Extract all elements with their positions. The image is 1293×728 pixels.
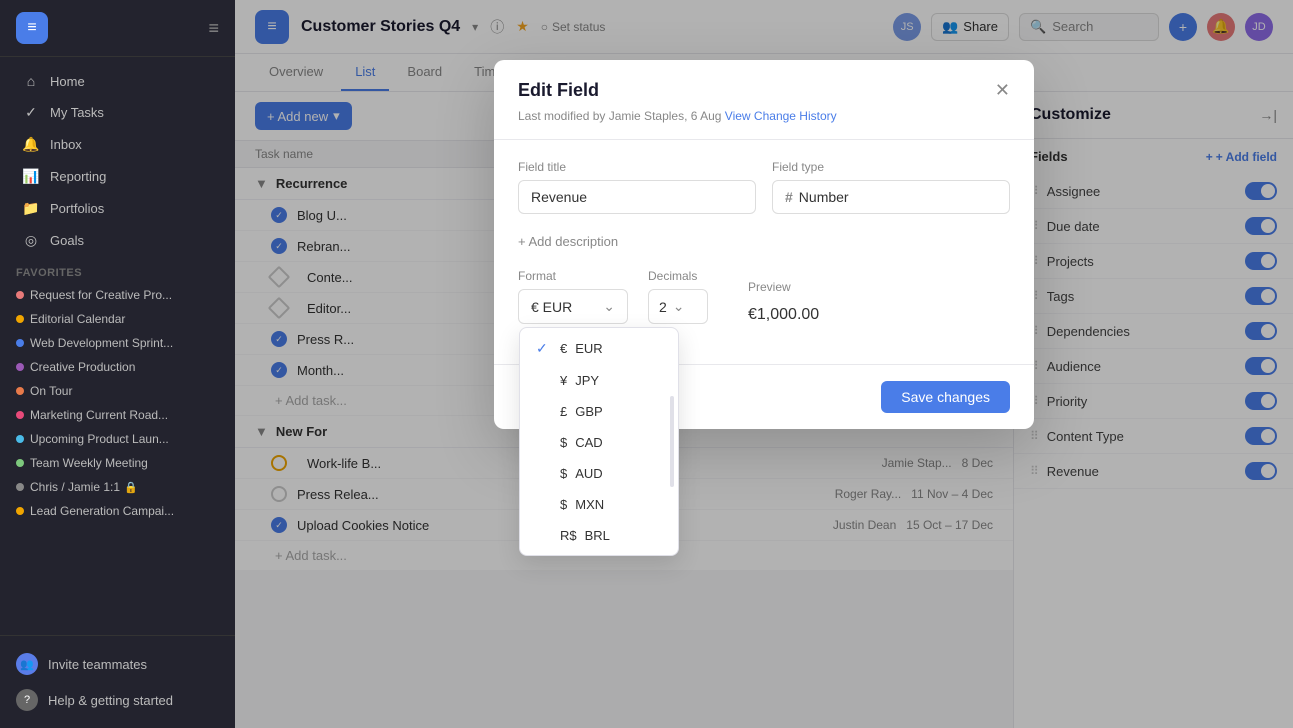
sidebar-bottom: 👥 Invite teammates ? Help & getting star…	[0, 635, 235, 728]
sidebar-nav: ⌂ Home ✓ My Tasks 🔔 Inbox 📊 Reporting 📁 …	[0, 57, 235, 635]
sidebar-fav-chris-jamie[interactable]: Chris / Jamie 1:1 🔒	[0, 475, 235, 499]
sidebar-fav-lead-gen[interactable]: Lead Generation Campai...	[0, 499, 235, 523]
check-icon: ✓	[536, 340, 552, 357]
decimals-chevron-icon: ⌄	[673, 298, 685, 315]
format-group: Format € EUR ⌄ ✓ € EUR	[518, 269, 628, 324]
modal-body: Field title Field type # Number + Add de…	[494, 140, 1034, 364]
sidebar: ≡ ≡ ⌂ Home ✓ My Tasks 🔔 Inbox 📊 Reportin…	[0, 0, 235, 728]
modal-subtitle: Last modified by Jamie Staples, 6 Aug Vi…	[494, 109, 1034, 139]
sidebar-fav-marketing[interactable]: Marketing Current Road...	[0, 403, 235, 427]
sidebar-help[interactable]: ? Help & getting started	[0, 682, 235, 718]
add-description-button[interactable]: + Add description	[518, 234, 618, 249]
edit-field-modal: Edit Field ✕ Last modified by Jamie Stap…	[494, 60, 1034, 429]
field-title-type-row: Field title Field type # Number	[518, 160, 1010, 214]
field-type-group: Field type # Number	[772, 160, 1010, 214]
sidebar-item-reporting[interactable]: 📊 Reporting	[6, 161, 229, 192]
field-title-group: Field title	[518, 160, 756, 214]
preview-value: €1,000.00	[748, 300, 819, 324]
sidebar-fav-editorial[interactable]: Editorial Calendar	[0, 307, 235, 331]
modal-overlay: Edit Field ✕ Last modified by Jamie Stap…	[235, 0, 1293, 728]
sidebar-item-goals[interactable]: ◎ Goals	[6, 225, 229, 256]
sidebar-fav-upcoming[interactable]: Upcoming Product Laun...	[0, 427, 235, 451]
field-type-display: # Number	[772, 180, 1010, 214]
preview-group: Preview €1,000.00	[748, 280, 819, 324]
portfolios-icon: 📁	[22, 200, 40, 217]
reporting-icon: 📊	[22, 168, 40, 185]
sidebar-invite-teammates[interactable]: 👥 Invite teammates	[0, 646, 235, 682]
format-label: Format	[518, 269, 628, 283]
sidebar-fav-team-weekly[interactable]: Team Weekly Meeting	[0, 451, 235, 475]
invite-avatar: 👥	[16, 653, 38, 675]
field-title-input[interactable]	[518, 180, 756, 214]
dropdown-brl[interactable]: R$ BRL	[520, 520, 678, 551]
tasks-icon: ✓	[22, 104, 40, 121]
sidebar-header: ≡ ≡	[0, 0, 235, 57]
hash-icon: #	[785, 189, 793, 205]
sidebar-item-portfolios[interactable]: 📁 Portfolios	[6, 193, 229, 224]
field-title-label: Field title	[518, 160, 756, 174]
sidebar-fav-on-tour[interactable]: On Tour	[0, 379, 235, 403]
sidebar-fav-creative-pro[interactable]: Request for Creative Pro...	[0, 283, 235, 307]
goals-icon: ◎	[22, 232, 40, 249]
favorites-label: Favorites	[0, 257, 235, 283]
decimals-label: Decimals	[648, 269, 708, 283]
preview-label: Preview	[748, 280, 819, 294]
dropdown-aud[interactable]: $ AUD	[520, 458, 678, 489]
field-type-label: Field type	[772, 160, 1010, 174]
dropdown-scrollbar[interactable]	[670, 396, 674, 487]
sidebar-item-home[interactable]: ⌂ Home	[6, 66, 229, 96]
app-logo: ≡	[16, 12, 48, 44]
modal-header: Edit Field ✕	[494, 60, 1034, 109]
help-avatar: ?	[16, 689, 38, 711]
modal-title: Edit Field	[518, 80, 599, 101]
sidebar-item-my-tasks[interactable]: ✓ My Tasks	[6, 97, 229, 128]
dropdown-mxn[interactable]: $ MXN	[520, 489, 678, 520]
home-icon: ⌂	[22, 73, 40, 89]
modal-close-button[interactable]: ✕	[995, 80, 1010, 101]
dropdown-gbp[interactable]: £ GBP	[520, 396, 678, 427]
save-changes-button[interactable]: Save changes	[881, 381, 1010, 413]
inbox-icon: 🔔	[22, 136, 40, 153]
sidebar-fav-creative-prod[interactable]: Creative Production	[0, 355, 235, 379]
hamburger-icon[interactable]: ≡	[208, 18, 219, 39]
decimals-select[interactable]: 2 ⌄	[648, 289, 708, 324]
dropdown-cad[interactable]: $ CAD	[520, 427, 678, 458]
decimals-group: Decimals 2 ⌄	[648, 269, 708, 324]
main-area: ≡ Customer Stories Q4 ▾ ⓘ ★ ○ Set status…	[235, 0, 1293, 728]
sidebar-fav-web-dev[interactable]: Web Development Sprint...	[0, 331, 235, 355]
format-chevron-icon: ⌄	[603, 298, 615, 315]
format-dropdown: ✓ € EUR ¥ JPY	[519, 327, 679, 556]
dropdown-jpy[interactable]: ¥ JPY	[520, 365, 678, 396]
format-select[interactable]: € EUR ⌄ ✓ € EUR	[518, 289, 628, 324]
dropdown-eur[interactable]: ✓ € EUR	[520, 332, 678, 365]
view-history-link[interactable]: View Change History	[725, 109, 837, 123]
sidebar-item-inbox[interactable]: 🔔 Inbox	[6, 129, 229, 160]
format-row: Format € EUR ⌄ ✓ € EUR	[518, 269, 1010, 324]
